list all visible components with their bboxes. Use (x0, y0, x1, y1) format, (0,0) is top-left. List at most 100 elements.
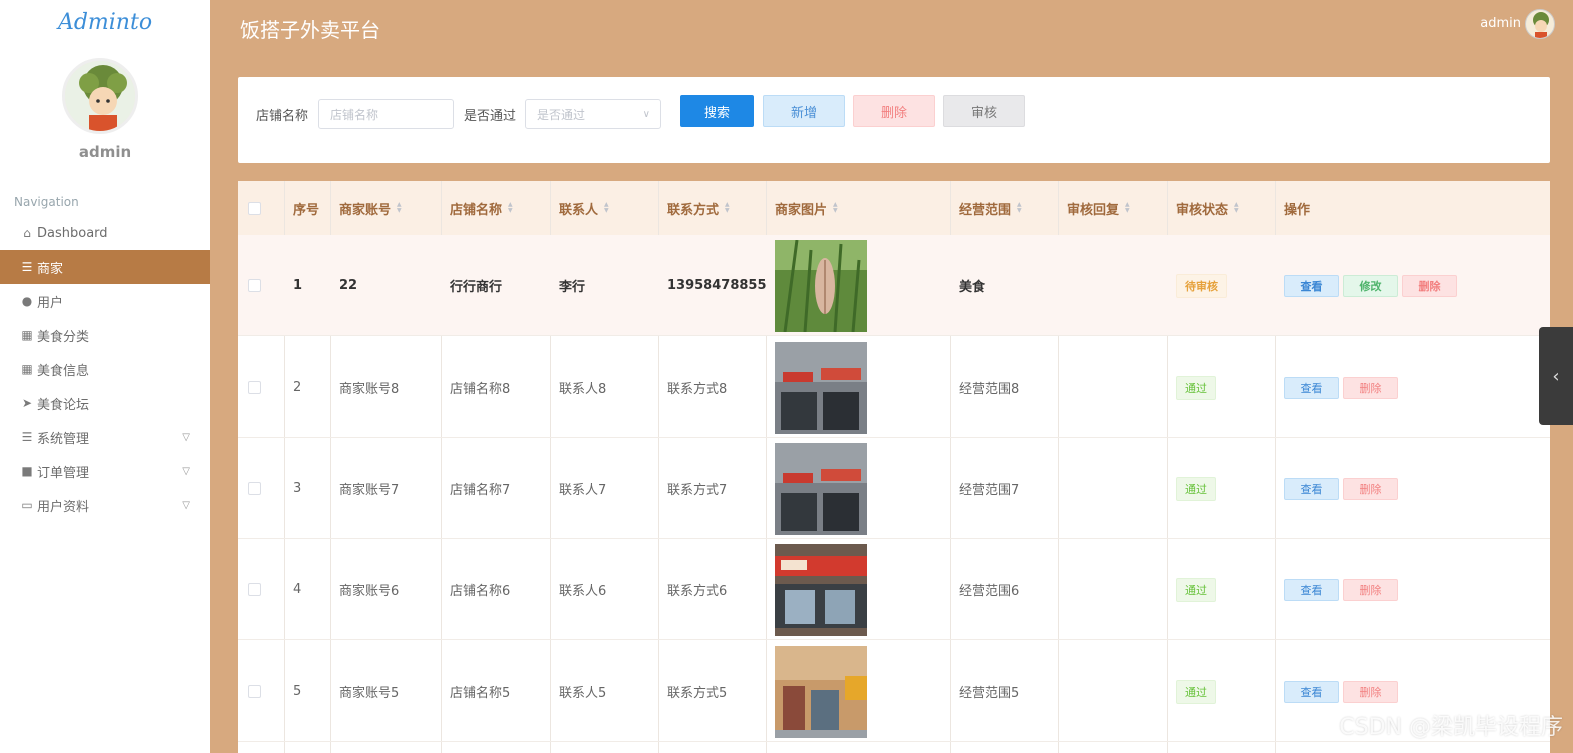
cell-account: 商家账号7 (339, 483, 400, 498)
sort-icon: ▲ ▼ (604, 201, 609, 214)
table-row[interactable]: 4 商家账号6 店铺名称6 联系人6 联系方式6 经营范围6 通过 查看 删除 (238, 539, 1550, 640)
cell-no: 2 (293, 380, 302, 395)
status-badge: 通过 (1176, 577, 1216, 602)
add-button[interactable]: 新增 (763, 95, 845, 127)
search-button[interactable]: 搜索 (680, 95, 754, 127)
cell-no: 1 (293, 278, 303, 293)
list-icon: ☰ (21, 260, 33, 274)
sort-icon: ▲ ▼ (833, 201, 838, 214)
header-avatar[interactable] (1525, 9, 1555, 39)
sidebar-item-system[interactable]: ☰ 系统管理 ▽ (0, 420, 210, 454)
sidebar-item-dashboard[interactable]: ⌂ Dashboard (0, 216, 210, 250)
sidebar-item-food-forum[interactable]: ➤ 美食论坛 (0, 386, 210, 420)
cell-no: 3 (293, 481, 302, 496)
sidebar-item-food-info[interactable]: ▦ 美食信息 (0, 352, 210, 386)
cell-image[interactable] (766, 641, 867, 742)
cell-shop: 店铺名称5 (450, 686, 511, 701)
cell-account: 商家账号8 (339, 382, 400, 397)
table-row[interactable]: 3 商家账号7 店铺名称7 联系人7 联系方式7 经营范围7 通过 查看 删除 (238, 438, 1550, 539)
sidebar-item-label: 美食信息 (37, 363, 90, 379)
col-account[interactable]: 商家账号 ▲ ▼ (330, 181, 402, 235)
col-image[interactable]: 商家图片 ▲ ▼ (766, 181, 838, 235)
sort-icon: ▲ ▼ (1234, 201, 1239, 214)
sidebar-item-label: 用户资料 (37, 499, 90, 515)
table-header: 序号 商家账号 ▲ ▼ 店铺名称 ▲ ▼ 联系人 ▲ ▼ 联系方式 ▲ ▼ 商家图片 ▲ ▼ 经营范… (238, 181, 1550, 235)
row-checkbox[interactable] (238, 235, 261, 336)
sidebar-item-user[interactable]: ● 用户 (0, 284, 210, 318)
cell-shop: 店铺名称8 (450, 382, 511, 397)
cell-image[interactable] (766, 337, 867, 438)
pass-select[interactable]: 是否通过 ∨ (525, 99, 661, 129)
row-checkbox[interactable] (238, 539, 261, 640)
view-button[interactable]: 查看 (1284, 578, 1339, 601)
edit-button[interactable]: 修改 (1343, 274, 1398, 297)
sort-icon: ▲ ▼ (1017, 201, 1022, 214)
col-shop[interactable]: 店铺名称 ▲ ▼ (441, 181, 513, 235)
cell-account: 商家账号6 (339, 584, 400, 599)
sidebar-item-profile[interactable]: ▭ 用户资料 ▽ (0, 488, 210, 522)
cell-account: 22 (339, 278, 358, 293)
card-icon: ▭ (21, 498, 33, 512)
merchant-image[interactable] (775, 543, 867, 636)
view-button[interactable]: 查看 (1284, 274, 1339, 297)
table-row[interactable]: 2 商家账号8 店铺名称8 联系人8 联系方式8 经营范围8 通过 查看 删除 (238, 337, 1550, 438)
select-all-checkbox[interactable] (238, 181, 284, 235)
cell-image[interactable] (766, 438, 867, 539)
cell-contact: 联系人5 (559, 686, 607, 701)
audit-button[interactable]: 审核 (943, 95, 1025, 127)
cell-contact: 联系人6 (559, 584, 607, 599)
cell-image[interactable] (766, 235, 867, 336)
chat-icon: ■ (21, 464, 33, 478)
delete-button[interactable]: 删除 (853, 95, 935, 127)
collapse-panel-tab[interactable]: ‹ (1539, 327, 1573, 425)
row-checkbox[interactable] (238, 438, 261, 539)
delete-row-button[interactable]: 删除 (1343, 376, 1398, 399)
merchant-image[interactable] (775, 645, 867, 738)
merchant-image[interactable] (775, 341, 867, 434)
status-badge: 通过 (1176, 476, 1216, 501)
row-checkbox[interactable] (238, 337, 261, 438)
col-phone[interactable]: 联系方式 ▲ ▼ (658, 181, 730, 235)
cell-shop: 店铺名称6 (450, 584, 511, 599)
col-scope[interactable]: 经营范围 ▲ ▼ (950, 181, 1022, 235)
delete-row-button[interactable]: 删除 (1343, 578, 1398, 601)
shop-name-input[interactable]: 店铺名称 (318, 99, 454, 129)
delete-row-button[interactable]: 删除 (1402, 274, 1457, 297)
col-status[interactable]: 审核状态 ▲ ▼ (1167, 181, 1239, 235)
cell-contact: 李行 (559, 280, 586, 295)
merchant-image[interactable] (775, 442, 867, 535)
list-icon: ☰ (21, 430, 33, 444)
grid-icon: ▦ (21, 362, 33, 376)
sidebar-item-label: 订单管理 (37, 465, 90, 481)
cell-shop: 行行商行 (450, 280, 503, 295)
cell-reply (1058, 337, 1067, 438)
sidebar-item-orders[interactable]: ■ 订单管理 ▽ (0, 454, 210, 488)
view-button[interactable]: 查看 (1284, 680, 1339, 703)
sort-icon: ▲ ▼ (397, 201, 402, 214)
delete-row-button[interactable]: 删除 (1343, 680, 1398, 703)
chevron-left-icon: ‹ (1552, 365, 1560, 387)
nav-title: Navigation (14, 195, 79, 209)
cell-image[interactable] (766, 539, 867, 640)
col-reply[interactable]: 审核回复 ▲ ▼ (1058, 181, 1130, 235)
table-row[interactable]: 1 22 行行商行 李行 13958478855 美食 待审核 查看 修改 删除 (238, 235, 1550, 336)
sidebar-item-label: 美食论坛 (37, 397, 90, 413)
header-username[interactable]: admin (1480, 16, 1521, 31)
status-badge[interactable]: 待审核 (1176, 273, 1227, 298)
delete-row-button[interactable]: 删除 (1343, 477, 1398, 500)
col-contact[interactable]: 联系人 ▲ ▼ (550, 181, 609, 235)
search-panel: 店铺名称 店铺名称 是否通过 是否通过 ∨ 搜索 新增 删除 审核 (238, 77, 1550, 163)
row-checkbox[interactable] (238, 641, 261, 742)
cell-scope: 经营范围6 (959, 584, 1020, 599)
pass-label: 是否通过 (464, 109, 517, 124)
cell-no: 5 (293, 684, 302, 699)
user-icon: ● (21, 294, 33, 308)
cell-phone: 联系方式5 (667, 686, 728, 701)
sidebar-item-food-category[interactable]: ▦ 美食分类 (0, 318, 210, 352)
view-button[interactable]: 查看 (1284, 477, 1339, 500)
merchant-image[interactable] (775, 239, 867, 332)
sidebar-item-merchant[interactable]: ☰ 商家 (0, 250, 210, 284)
view-button[interactable]: 查看 (1284, 376, 1339, 399)
cell-phone: 联系方式8 (667, 382, 728, 397)
cell-status: 通过 (1167, 539, 1216, 640)
